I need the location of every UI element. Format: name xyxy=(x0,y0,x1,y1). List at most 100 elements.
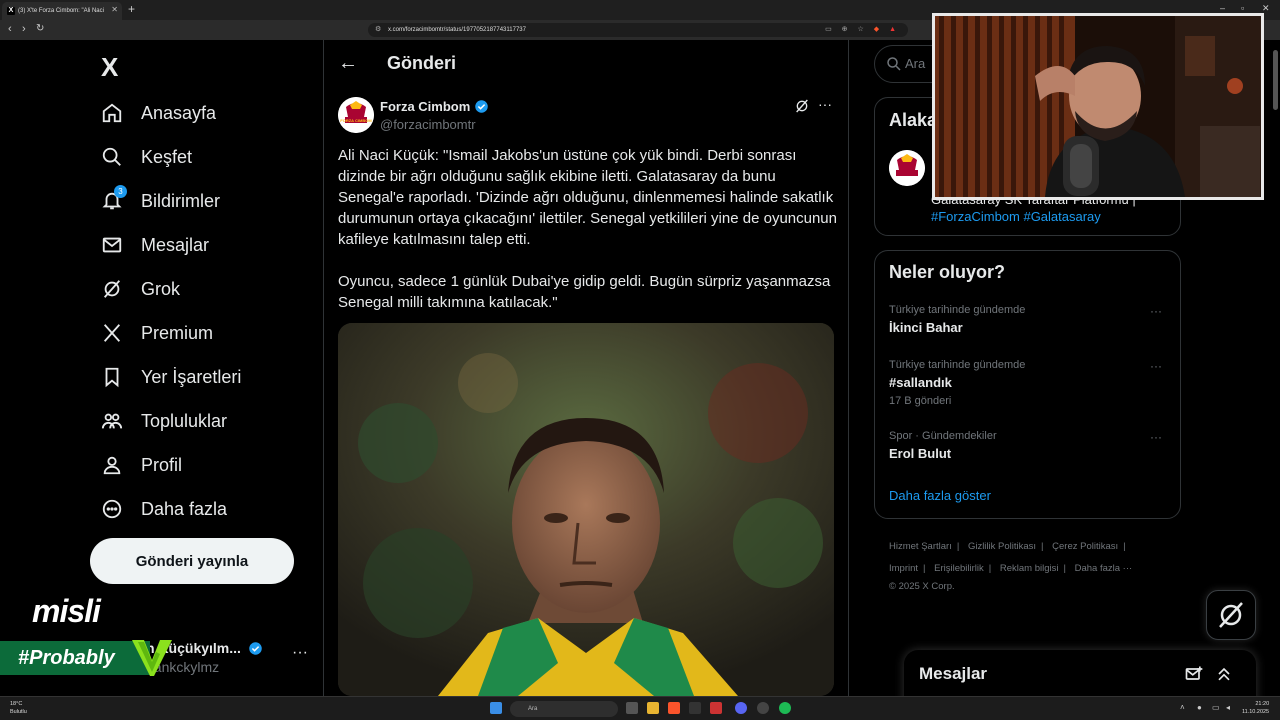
author-handle[interactable]: @forzacimbomtr xyxy=(380,117,476,132)
show-more-link[interactable]: Daha fazla göster xyxy=(889,488,991,503)
microphone-icon[interactable]: ● xyxy=(1197,703,1202,712)
verified-badge-icon xyxy=(249,642,262,655)
nav-item-grok[interactable]: Grok xyxy=(100,274,180,304)
app-icon[interactable] xyxy=(710,702,722,714)
scrollbar[interactable] xyxy=(1271,40,1280,696)
task-view-icon[interactable] xyxy=(626,702,638,714)
page-title: Gönderi xyxy=(387,53,457,73)
related-avatar[interactable] xyxy=(889,150,925,186)
trend-context: Spor · Gündemdekiler xyxy=(889,430,997,442)
grok-icon[interactable] xyxy=(794,98,810,114)
post-text: Ali Naci Küçük: "Ismail Jakobs'un üstüne… xyxy=(338,147,837,311)
weather-widget[interactable]: 18°C Bulutlu xyxy=(10,700,27,716)
footer-link[interactable]: Çerez Politikası xyxy=(1052,541,1118,552)
grok-icon xyxy=(1219,602,1243,628)
back-icon[interactable]: ‹ xyxy=(8,23,12,35)
search-icon xyxy=(100,145,124,169)
site-info-icon[interactable]: ⚙ xyxy=(375,23,381,37)
address-bar[interactable]: ⚙ x.com/forzacimbomtr/status/19770521877… xyxy=(368,23,908,37)
tray-chevron-icon[interactable]: ˄ xyxy=(1180,703,1185,712)
trend-more-icon[interactable]: ··· xyxy=(1150,359,1162,373)
nav-label: Keşfet xyxy=(141,146,193,167)
windows-start-icon[interactable] xyxy=(490,702,502,714)
communities-icon xyxy=(100,409,124,433)
address-bar-icons[interactable]: ▭ ⊕ ☆ ◆ ▲ xyxy=(825,23,900,37)
footer-link[interactable]: Hizmet Şartları xyxy=(889,541,952,552)
footer-link[interactable]: Gizlilik Politikası xyxy=(968,541,1036,552)
footer-link[interactable]: Reklam bilgisi xyxy=(1000,563,1059,574)
nav-label: Profil xyxy=(141,454,183,475)
trend-context: Türkiye tarihinde gündemde xyxy=(889,304,1026,316)
trend-count: 17 B gönderi xyxy=(889,395,952,407)
app-icon[interactable] xyxy=(689,702,701,714)
column-divider xyxy=(323,40,324,696)
bookmark-icon xyxy=(100,365,124,389)
author-name[interactable]: Forza Cimbom xyxy=(380,99,489,114)
nav-item-home[interactable]: Anasayfa xyxy=(100,98,216,128)
back-arrow-icon[interactable]: ← xyxy=(338,52,358,75)
more-circle-icon xyxy=(100,497,124,521)
nav-item-communities[interactable]: Topluluklar xyxy=(100,406,227,436)
network-icon[interactable]: ▭ xyxy=(1212,703,1220,712)
scrollbar-thumb[interactable] xyxy=(1273,50,1278,110)
search-icon xyxy=(887,57,901,71)
nav-item-messages[interactable]: Mesajlar xyxy=(100,230,209,260)
volume-icon[interactable]: ◂ xyxy=(1226,703,1230,712)
x-favicon-icon: X xyxy=(7,7,15,15)
v-logo-icon xyxy=(132,640,172,676)
tab-title: (3) X'te Forza Cimbom: "Ali Naci xyxy=(18,8,104,14)
browser-tab[interactable]: X (3) X'te Forza Cimbom: "Ali Naci ✕ xyxy=(2,2,122,20)
nav-label: Anasayfa xyxy=(141,102,217,123)
trend-item[interactable]: İkinci Bahar xyxy=(889,320,963,335)
maximize-button[interactable]: ▫ xyxy=(1241,3,1244,13)
search-placeholder: Ara xyxy=(905,56,926,71)
expand-icon[interactable] xyxy=(1214,664,1234,684)
trend-context: Türkiye tarihinde gündemde xyxy=(889,359,1026,371)
close-tab-icon[interactable]: ✕ xyxy=(111,5,118,14)
system-clock[interactable]: 21:20 11.10.2025 xyxy=(1242,700,1269,716)
footer-link[interactable]: Erişilebilirlik xyxy=(934,563,984,574)
trend-item[interactable]: #sallandık xyxy=(889,375,952,390)
nav-label: Premium xyxy=(141,322,214,343)
new-tab-button[interactable]: + xyxy=(128,2,135,16)
taskbar-search[interactable]: Ara xyxy=(510,701,618,717)
grok-icon xyxy=(100,277,124,301)
trend-more-icon[interactable]: ··· xyxy=(1150,304,1162,318)
footer-link[interactable]: Daha fazla ··· xyxy=(1075,563,1133,574)
post-more-icon[interactable]: ··· xyxy=(818,96,832,112)
post-button[interactable]: Gönderi yayınla xyxy=(90,538,294,584)
nav-item-profile[interactable]: Profil xyxy=(100,450,182,480)
post-image[interactable] xyxy=(338,323,834,696)
nav-item-more[interactable]: Daha fazla xyxy=(100,494,227,524)
nav-item-premium[interactable]: Premium xyxy=(100,318,213,348)
nav-label: Grok xyxy=(141,278,181,299)
obs-icon[interactable] xyxy=(757,702,769,714)
file-explorer-icon[interactable] xyxy=(647,702,659,714)
nav-item-bookmarks[interactable]: Yer İşaretleri xyxy=(100,362,241,392)
nav-item-explore[interactable]: Keşfet xyxy=(100,142,192,172)
url-text: x.com/forzacimbomtr/status/1977052187743… xyxy=(388,27,526,33)
trend-more-icon[interactable]: ··· xyxy=(1150,430,1162,444)
related-hashtags[interactable]: #ForzaCimbom #Galatasaray xyxy=(931,208,1171,225)
nav-item-notifications[interactable]: 3 Bildirimler xyxy=(100,185,220,216)
brave-browser-icon[interactable] xyxy=(668,702,680,714)
discord-icon[interactable] xyxy=(735,702,747,714)
profile-icon xyxy=(100,453,124,477)
trends-title: Neler oluyor? xyxy=(889,262,1006,282)
x-logo-icon[interactable]: X xyxy=(101,52,118,83)
reload-icon[interactable]: ↻ xyxy=(36,23,44,34)
spotify-icon[interactable] xyxy=(779,702,791,714)
forward-icon[interactable]: › xyxy=(22,23,26,35)
footer-link[interactable]: Imprint xyxy=(889,563,918,574)
grok-fab-button[interactable] xyxy=(1206,590,1256,640)
new-message-icon[interactable] xyxy=(1184,664,1204,684)
minimize-button[interactable]: – xyxy=(1220,3,1225,13)
trend-item[interactable]: Erol Bulut xyxy=(889,446,951,461)
related-card-title: Alaka xyxy=(889,110,938,130)
author-avatar[interactable]: FORZA CIMBOM xyxy=(338,97,374,133)
taskbar: 18°C Bulutlu Ara ˄ ● ▭ ◂ 21:20 11.10.202… xyxy=(0,696,1280,720)
notification-badge: 3 xyxy=(114,185,127,198)
x-premium-icon xyxy=(100,321,124,345)
nav-label: Mesajlar xyxy=(141,234,210,255)
account-more-icon[interactable]: ··· xyxy=(292,644,308,662)
